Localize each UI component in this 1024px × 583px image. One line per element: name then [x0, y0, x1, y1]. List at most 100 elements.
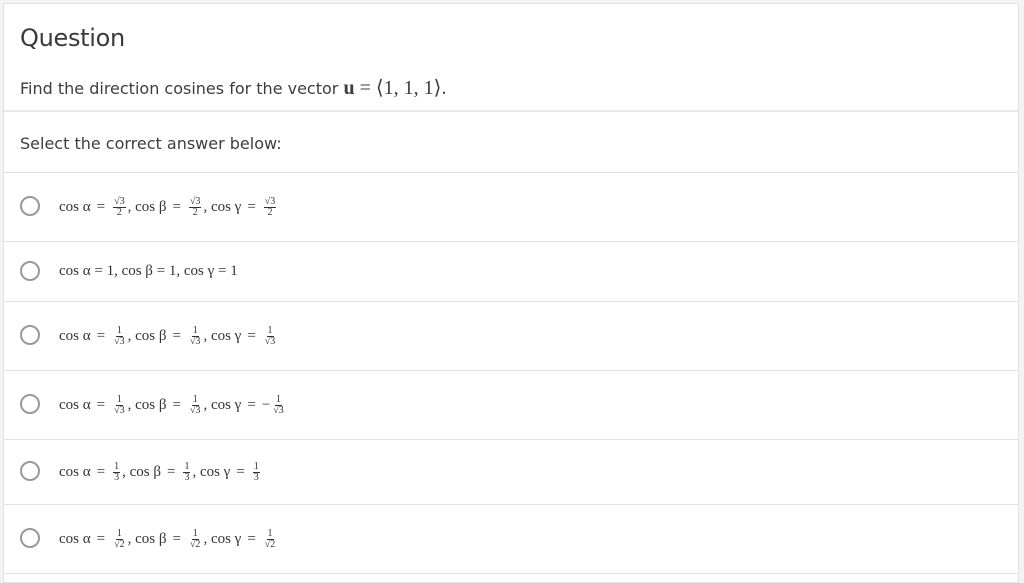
denominator: 2	[267, 206, 273, 218]
minus-sign: −	[261, 396, 271, 413]
cos-label: cos α	[59, 396, 91, 413]
numerator: √3	[263, 195, 277, 208]
equals-sign: =	[172, 530, 181, 547]
fraction: 1 √3	[113, 324, 126, 347]
comma: ,	[127, 530, 136, 547]
answer-option-2[interactable]: cos α = 1, cos β = 1, cos γ = 1	[4, 242, 1018, 302]
numerator: √3	[113, 195, 126, 208]
cos-label: cos β	[129, 463, 161, 480]
equals-sign: =	[236, 463, 245, 480]
cos-label: cos α	[59, 198, 91, 215]
question-text-prefix: Find the direction cosines for the vecto…	[20, 79, 344, 98]
cos-label: cos β	[135, 396, 167, 413]
answer-prompt-row: Select the correct answer below:	[4, 112, 1018, 173]
denominator: 2	[116, 206, 122, 218]
equals-sign: =	[172, 198, 181, 215]
equals-sign: =	[172, 327, 181, 344]
numerator: 1	[115, 324, 123, 337]
option-text: cos α = 1, cos β = 1, cos γ = 1	[59, 263, 238, 279]
numerator: 1	[115, 393, 123, 406]
radio-button-icon[interactable]	[20, 260, 40, 281]
fraction: 1 √3	[264, 324, 277, 347]
option-expression: cos α = 1 √3, cos β = 1 √3, cos γ = −1 √3	[59, 393, 287, 417]
vector-name: u	[343, 77, 355, 99]
fraction: 1 √3	[189, 394, 202, 416]
radio-button-icon[interactable]	[20, 394, 40, 414]
equals-sign: =	[96, 396, 106, 413]
equals-sign: =	[247, 327, 256, 344]
numerator: 1	[115, 527, 123, 540]
fraction: √3 2	[113, 195, 126, 218]
comma: ,	[122, 463, 130, 480]
cos-label: cos β	[135, 327, 167, 344]
numerator: √3	[188, 195, 202, 208]
option-expression: cos α = 1, cos β = 1, cos γ = 1	[59, 260, 238, 284]
fraction: √3 2	[263, 195, 277, 218]
comma: ,	[127, 396, 136, 413]
numerator: 1	[191, 527, 199, 540]
comma: ,	[127, 198, 136, 215]
denominator: √3	[114, 404, 125, 416]
cos-label: cos γ	[210, 396, 242, 413]
question-card: Question Find the direction cosines for …	[3, 3, 1019, 583]
equals-sign: =	[172, 396, 181, 413]
denominator: √3	[114, 335, 125, 347]
comma: ,	[203, 396, 211, 413]
cos-label: cos γ	[210, 530, 242, 547]
cos-label: cos γ	[210, 198, 242, 215]
answer-option-1[interactable]: cos α = √3 2, cos β = √3 2, cos γ = √3 2	[4, 173, 1018, 242]
comma: ,	[203, 198, 211, 215]
fraction: 1 √3	[272, 393, 285, 416]
denominator: 2	[192, 206, 198, 218]
answer-option-4[interactable]: cos α = 1 √3, cos β = 1 √3, cos γ = −1 √3	[4, 371, 1018, 440]
equals-sign: =	[96, 198, 106, 215]
numerator: 1	[266, 527, 274, 540]
equals-sign: =	[96, 463, 106, 480]
denominator: √3	[189, 404, 201, 416]
denominator: √2	[189, 538, 201, 550]
fraction: 1 √2	[189, 527, 202, 550]
numerator: 1	[275, 393, 282, 406]
denominator: √2	[114, 538, 125, 550]
answer-option-3[interactable]: cos α = 1 √3, cos β = 1 √3, cos γ = 1 √3	[4, 302, 1018, 371]
denominator: √3	[264, 335, 276, 347]
answer-option-6[interactable]: cos α = 1 √2, cos β = 1 √2, cos γ = 1 √2	[4, 505, 1018, 574]
equals-sign: =	[247, 198, 256, 215]
cos-label: cos α	[59, 327, 91, 344]
option-expression: cos α = 1 √2, cos β = 1 √2, cos γ = 1 √2	[59, 527, 278, 551]
fraction: 1 √2	[264, 527, 277, 550]
denominator: 3	[114, 471, 120, 483]
answer-option-5[interactable]: cos α = 1 3, cos β = 1 3, cos γ = 1 3	[4, 440, 1018, 505]
numerator: 1	[113, 460, 121, 473]
numerator: 1	[266, 324, 274, 337]
cos-label: cos α	[59, 463, 91, 480]
numerator: 1	[191, 324, 199, 337]
radio-button-icon[interactable]	[20, 196, 40, 216]
comma: ,	[192, 463, 200, 480]
fraction: 13	[252, 461, 260, 483]
radio-button-icon[interactable]	[20, 528, 40, 548]
numerator: 1	[183, 460, 191, 473]
equals-sign: =	[96, 327, 106, 344]
cos-label: cos β	[135, 198, 167, 215]
radio-button-icon[interactable]	[20, 461, 40, 481]
denominator: √2	[264, 538, 276, 550]
fraction: 1 √3	[189, 324, 202, 347]
comma: ,	[203, 530, 211, 547]
denominator: 3	[253, 471, 259, 483]
answer-prompt: Select the correct answer below:	[20, 134, 282, 153]
fraction: √3 2	[188, 195, 202, 218]
equals-sign: =	[166, 463, 176, 480]
cos-label: cos α	[59, 530, 91, 547]
vector-value: = ⟨1, 1, 1⟩.	[354, 77, 447, 99]
option-expression: cos α = 1 √3, cos β = 1 √3, cos γ = 1 √3	[59, 324, 278, 348]
cos-label: cos γ	[210, 327, 242, 344]
radio-button-icon[interactable]	[20, 325, 40, 345]
vector-expression: u = ⟨1, 1, 1⟩.	[343, 77, 446, 99]
answer-options: cos α = √3 2, cos β = √3 2, cos γ = √3 2 cos α = 1…	[4, 173, 1018, 574]
fraction: 13	[183, 460, 191, 483]
denominator: √3	[189, 335, 201, 347]
cos-label: cos β	[135, 530, 167, 547]
fraction: 13	[113, 460, 121, 483]
comma: ,	[203, 327, 211, 344]
